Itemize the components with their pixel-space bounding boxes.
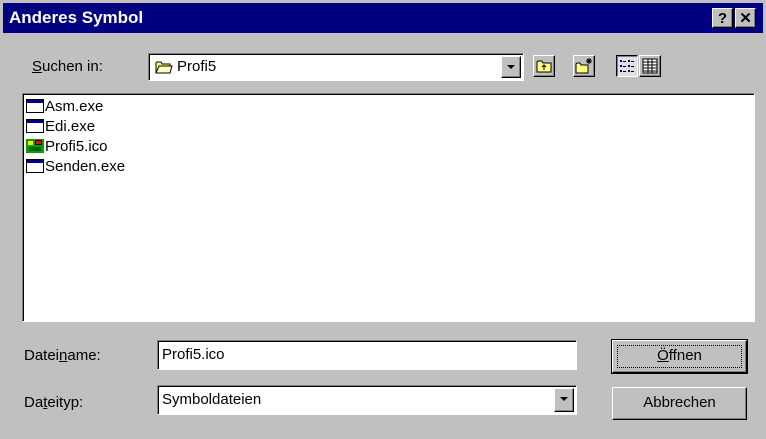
folder-up-icon xyxy=(536,60,552,73)
filetype-value: Symboldateien xyxy=(162,391,262,408)
up-folder-button[interactable] xyxy=(533,55,555,77)
ico-file-icon xyxy=(26,139,44,153)
title-bar[interactable]: Anderes Symbol ? ✕ xyxy=(3,3,763,33)
look-in-value: Profi5 xyxy=(177,58,217,75)
filename-input[interactable]: Profi5.ico xyxy=(157,340,577,370)
open-button[interactable]: Öffnen xyxy=(611,339,748,374)
close-button[interactable]: ✕ xyxy=(735,8,756,28)
dialog-window: Anderes Symbol ? ✕ Suchen in: Profi5 Asm… xyxy=(0,0,766,439)
file-list[interactable]: Asm.exe Edi.exe Profi5.ico Senden.exe xyxy=(22,93,755,322)
new-folder-button[interactable] xyxy=(573,55,595,77)
filetype-label: Dateityp: xyxy=(24,394,84,411)
exe-icon xyxy=(26,159,44,173)
details-view-button[interactable] xyxy=(639,55,661,77)
look-in-label: Suchen in: xyxy=(32,58,103,75)
filetype-combo[interactable]: Symboldateien xyxy=(157,385,577,415)
exe-icon xyxy=(26,119,44,133)
filetype-dropdown-button[interactable] xyxy=(554,388,574,412)
folder-icon xyxy=(155,61,173,74)
window-title: Anderes Symbol xyxy=(9,8,144,27)
exe-icon xyxy=(26,99,44,113)
help-button[interactable]: ? xyxy=(712,8,733,28)
filename-value: Profi5.ico xyxy=(162,346,225,363)
new-folder-icon xyxy=(575,58,592,74)
list-view-icon xyxy=(620,60,634,72)
look-in-combo[interactable]: Profi5 xyxy=(148,53,524,81)
details-view-icon xyxy=(642,58,658,74)
list-view-button[interactable] xyxy=(616,55,638,77)
cancel-button[interactable]: Abbrechen xyxy=(612,387,747,420)
focus-rect xyxy=(617,345,742,368)
look-in-dropdown-button[interactable] xyxy=(501,56,521,78)
filename-label: Dateiname: xyxy=(24,347,101,364)
